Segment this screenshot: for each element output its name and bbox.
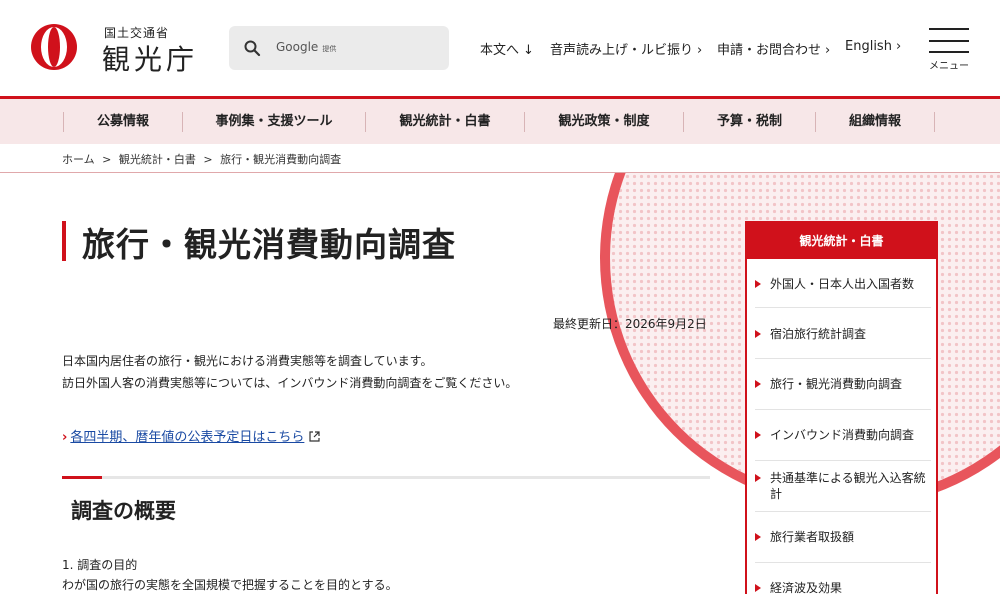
side-menu: 観光統計・白書 外国人・日本人出入国者数 宿泊旅行統計調査 旅行・観光消費動向調… xyxy=(745,221,938,594)
hamburger-icon xyxy=(929,28,969,30)
read-aloud-link[interactable]: 音声読み上げ・ルビ振り › xyxy=(550,39,702,58)
gnav-item-policy[interactable]: 観光政策・制度 xyxy=(525,99,683,144)
side-item-inbound[interactable]: インバウンド消費動向調査 xyxy=(755,427,931,443)
search-icon[interactable] xyxy=(243,39,261,57)
triangle-right-icon xyxy=(755,584,761,592)
side-item-agency-volume[interactable]: 旅行業者取扱額 xyxy=(755,529,931,545)
menu-label[interactable]: メニュー xyxy=(929,57,969,72)
breadcrumb-home[interactable]: ホーム xyxy=(62,153,95,166)
site-header: 国土交通省 観光庁 Google 提供 本文へ ↓ 音声読み上げ・ルビ振り › 申請・… xyxy=(0,0,1000,96)
gnav-item-statistics[interactable]: 観光統計・白書 xyxy=(366,99,524,144)
purpose-text: わが国の旅行の実態を全国規模で把握することを目的とする。 xyxy=(62,578,398,592)
triangle-right-icon xyxy=(755,380,761,388)
purpose-heading: 1. 調査の目的 xyxy=(62,558,138,572)
skip-to-content-link[interactable]: 本文へ ↓ xyxy=(480,39,534,58)
arrow-down-icon: ↓ xyxy=(523,43,534,58)
breadcrumb-separator: > xyxy=(102,153,112,166)
side-menu-heading[interactable]: 観光統計・白書 xyxy=(747,223,936,259)
logo-agency[interactable]: 観光庁 xyxy=(102,38,198,78)
side-item-accommodation[interactable]: 宿泊旅行統計調査 xyxy=(755,326,931,342)
search-placeholder: Google 提供 xyxy=(276,40,337,54)
gnav-item-cases-tools[interactable]: 事例集・支援ツール xyxy=(183,99,365,144)
triangle-right-icon xyxy=(755,330,761,338)
contact-link[interactable]: 申請・お問合わせ › xyxy=(717,39,830,58)
page-title: 旅行・観光消費動向調査 xyxy=(82,225,456,264)
title-accent-bar xyxy=(62,221,66,261)
side-item-economic-effect[interactable]: 経済波及効果 xyxy=(755,580,931,594)
english-link[interactable]: English › xyxy=(845,39,901,54)
hamburger-icon xyxy=(929,51,969,53)
schedule-link[interactable]: › 各四半期、暦年値の公表予定日はこちら xyxy=(62,426,320,445)
breadcrumb-separator: > xyxy=(203,153,213,166)
intro-text: 日本国内居住者の旅行・観光における消費実態等を調査しています。 訪日外国人客の消… xyxy=(62,354,518,390)
side-item-consumption[interactable]: 旅行・観光消費動向調査 xyxy=(755,376,931,392)
gnav-item-budget[interactable]: 予算・税制 xyxy=(684,99,815,144)
chevron-right-icon: › xyxy=(895,39,902,54)
chevron-right-icon: › xyxy=(697,43,703,58)
gnav-item-recruitment[interactable]: 公募情報 xyxy=(64,99,182,144)
section-divider-accent xyxy=(62,476,102,479)
external-link-icon xyxy=(309,431,320,442)
global-nav: 公募情報 事例集・支援ツール 観光統計・白書 観光政策・制度 予算・税制 組織情… xyxy=(0,96,1000,144)
gnav-item-organization[interactable]: 組織情報 xyxy=(816,99,934,144)
chevron-right-icon: › xyxy=(825,43,831,58)
triangle-right-icon xyxy=(755,533,761,541)
last-updated: 最終更新日：2026年9月2日 xyxy=(553,317,707,331)
triangle-right-icon xyxy=(755,431,761,439)
search-input[interactable]: Google 提供 xyxy=(229,26,449,70)
section-divider xyxy=(62,476,710,479)
chevron-right-icon: › xyxy=(62,430,68,445)
breadcrumb: ホーム > 観光統計・白書 > 旅行・観光消費動向調査 xyxy=(62,151,345,167)
logo-mark-icon[interactable] xyxy=(30,23,78,71)
section-title: 調査の概要 xyxy=(71,499,176,523)
breadcrumb-statistics[interactable]: 観光統計・白書 xyxy=(119,153,196,166)
triangle-right-icon xyxy=(755,280,761,288)
hamburger-icon xyxy=(929,40,969,42)
triangle-right-icon xyxy=(755,474,761,482)
breadcrumb-current: 旅行・観光消費動向調査 xyxy=(220,153,342,166)
side-item-arrivals[interactable]: 外国人・日本人出入国者数 xyxy=(755,276,931,292)
side-item-visitors[interactable]: 共通基準による観光入込客統計 xyxy=(755,470,931,502)
